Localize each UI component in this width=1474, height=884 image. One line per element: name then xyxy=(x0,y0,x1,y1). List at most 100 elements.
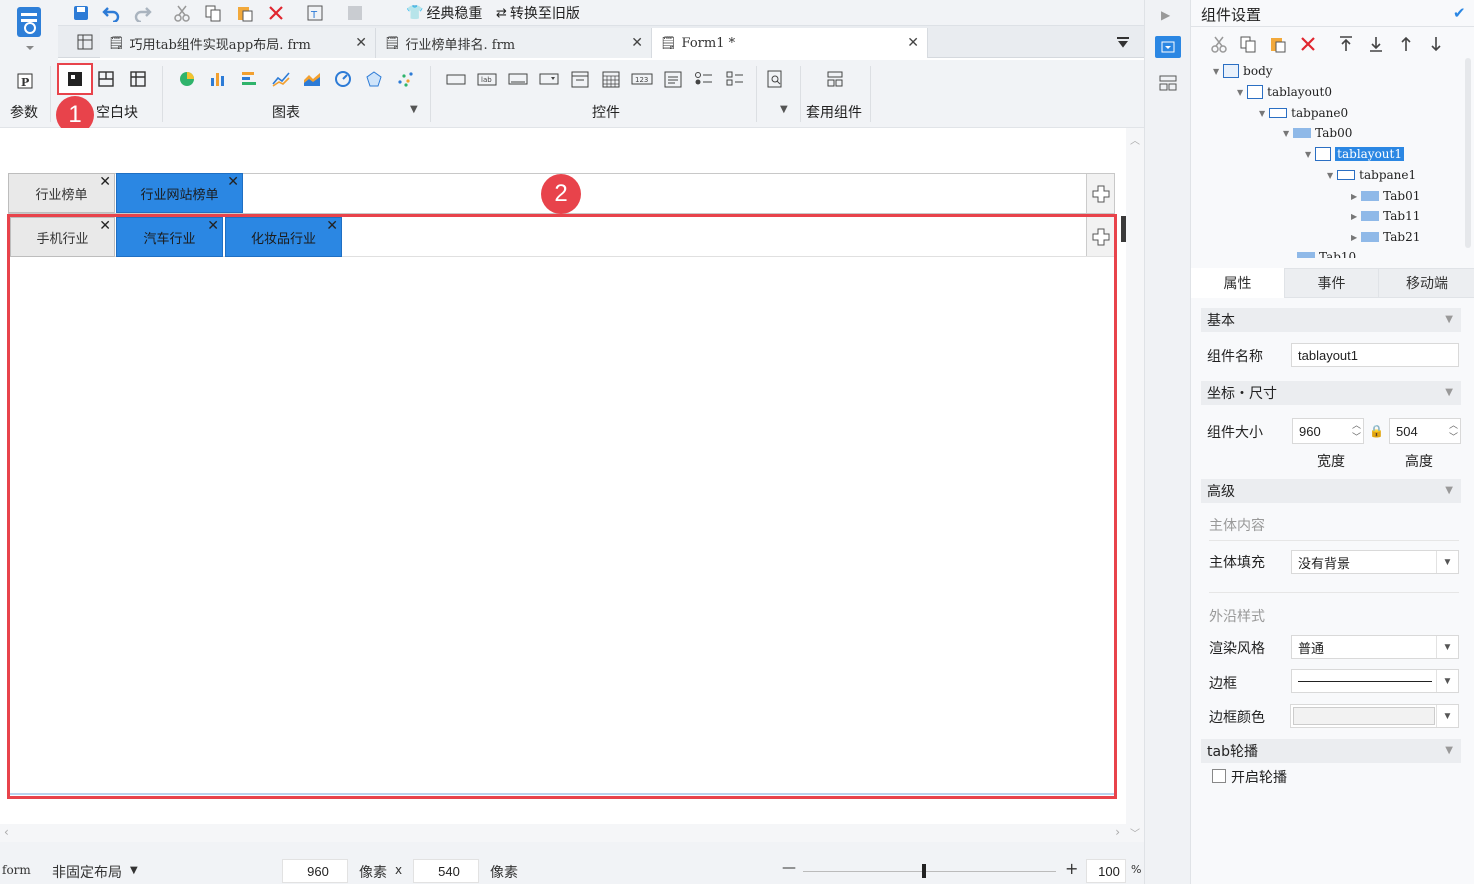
tree-node-tab10[interactable]: Tab10 xyxy=(1297,247,1356,258)
chevron-down-icon[interactable]: ﹀ xyxy=(1130,825,1140,840)
zoom-slider-thumb[interactable] xyxy=(922,864,926,878)
tab-menu-icon[interactable] xyxy=(1112,32,1134,52)
canvas-width-input[interactable]: 960 xyxy=(282,859,348,883)
textarea-control-icon[interactable] xyxy=(662,68,684,90)
inner-tab-2[interactable]: 化妆品行业 ✕ xyxy=(225,217,342,257)
search-control-icon[interactable] xyxy=(764,68,786,90)
bar-chart-icon[interactable] xyxy=(207,68,229,90)
pie-chart-icon[interactable] xyxy=(176,68,198,90)
tree-node-tab21[interactable]: ▶ Tab21 xyxy=(1351,227,1420,247)
chevron-right-icon[interactable]: › xyxy=(1115,825,1120,839)
doc-tab-1[interactable]: 🗒 行业榜单排名. frm ✕ xyxy=(376,28,652,58)
delete-icon[interactable] xyxy=(265,3,287,23)
chevron-up-icon[interactable]: ︿ xyxy=(1130,132,1140,147)
add-tab-icon[interactable] xyxy=(1086,174,1114,213)
lock-icon[interactable]: 🔒 xyxy=(1369,424,1384,438)
cut-icon[interactable] xyxy=(171,3,193,23)
chevron-down-icon[interactable]: ▼ xyxy=(780,104,788,115)
canvas-height-input[interactable]: 540 xyxy=(413,859,479,883)
spin-icon[interactable]: ︿ ﹀ xyxy=(1449,419,1458,443)
width-input[interactable]: 960 ︿ ﹀ xyxy=(1292,418,1364,444)
radio-group-control-icon[interactable] xyxy=(693,68,715,90)
tab-mobile[interactable]: 移动端 xyxy=(1379,268,1474,298)
section-advanced[interactable]: 高级 ▼ xyxy=(1201,479,1461,503)
calendar-control-icon[interactable] xyxy=(600,68,622,90)
radar-chart-icon[interactable] xyxy=(363,68,385,90)
doc-tab-0[interactable]: 🗒 巧用tab组件实现app布局. frm ✕ xyxy=(100,28,376,58)
combobox-control-icon[interactable] xyxy=(538,68,560,90)
zoom-input[interactable]: 100 xyxy=(1086,859,1126,883)
tree-node-tab00[interactable]: ▼ Tab00 xyxy=(1283,123,1352,143)
absolute-block-icon[interactable] xyxy=(64,68,86,90)
paste-icon[interactable] xyxy=(234,3,256,23)
section-carousel[interactable]: tab轮播 ▼ xyxy=(1201,739,1461,763)
template-component-icon[interactable] xyxy=(824,68,846,90)
hbar-chart-icon[interactable] xyxy=(238,68,260,90)
textbox-control-icon[interactable] xyxy=(445,68,467,90)
section-coord[interactable]: 坐标・尺寸 ▼ xyxy=(1201,381,1461,405)
tree-node-tabpane0[interactable]: ▼ tabpane0 xyxy=(1259,103,1348,123)
carousel-checkbox[interactable] xyxy=(1212,769,1226,783)
redo-icon[interactable] xyxy=(132,3,154,23)
layout-select[interactable]: 非固定布局 ▼ xyxy=(52,862,138,882)
undo-icon[interactable] xyxy=(100,3,122,23)
close-icon[interactable]: ✕ xyxy=(355,35,367,51)
zoom-in-button[interactable]: + xyxy=(1065,859,1078,878)
spin-icon[interactable]: ︿ ﹀ xyxy=(1352,419,1361,443)
scatter-chart-icon[interactable] xyxy=(394,68,416,90)
close-icon[interactable]: ✕ xyxy=(631,35,643,51)
date-control-icon[interactable] xyxy=(569,68,591,90)
tree-node-tablayout0[interactable]: ▼ tablayout0 xyxy=(1237,82,1332,102)
collapse-arrow-icon[interactable]: ▶ xyxy=(1161,8,1170,22)
line-chart-icon[interactable] xyxy=(270,68,292,90)
add-tab-icon[interactable] xyxy=(1086,217,1114,256)
horizontal-scrollbar[interactable]: ‹ › xyxy=(0,824,1126,842)
move-up-icon[interactable] xyxy=(1395,34,1417,54)
close-icon[interactable]: ✕ xyxy=(907,35,919,51)
height-input[interactable]: 504 ︿ ﹀ xyxy=(1389,418,1461,444)
zoom-out-button[interactable]: — xyxy=(782,860,796,876)
save-icon[interactable] xyxy=(70,3,92,23)
close-icon[interactable]: ✕ xyxy=(99,174,111,190)
outer-tab-0[interactable]: 行业榜单 ✕ xyxy=(8,173,115,213)
close-icon[interactable]: ✕ xyxy=(99,218,111,234)
split-block-icon[interactable] xyxy=(95,68,117,90)
move-down-icon[interactable] xyxy=(1425,34,1447,54)
paste-icon[interactable] xyxy=(1267,34,1289,54)
component-settings-tab-icon[interactable] xyxy=(1155,36,1181,58)
cut-icon[interactable] xyxy=(1208,34,1230,54)
tab-properties[interactable]: 属性 xyxy=(1191,268,1285,298)
move-top-icon[interactable] xyxy=(1335,34,1357,54)
inner-tablayout-highlight[interactable] xyxy=(7,214,1117,799)
zoom-slider-track[interactable] xyxy=(803,871,1056,872)
classic-style-button[interactable]: 👕 经典稳重 xyxy=(406,3,482,23)
close-icon[interactable]: ✕ xyxy=(207,218,219,234)
design-canvas[interactable]: 行业榜单 ✕ 行业网站榜单 ✕ 2 手机行业 ✕ 汽车行业 ✕ 化妆品行业 ✕ … xyxy=(0,128,1147,842)
tree-node-tab11[interactable]: ▶ Tab11 xyxy=(1351,206,1420,226)
border-color-select[interactable]: ▼ xyxy=(1290,704,1459,728)
label-control-icon[interactable]: lab xyxy=(476,68,498,90)
param-icon[interactable]: P xyxy=(14,70,36,92)
inner-tab-0[interactable]: 手机行业 ✕ xyxy=(10,217,115,257)
component-name-input[interactable]: tablayout1 xyxy=(1291,343,1459,367)
move-bottom-icon[interactable] xyxy=(1365,34,1387,54)
close-icon[interactable]: ✕ xyxy=(227,174,239,190)
area-chart-icon[interactable] xyxy=(301,68,323,90)
close-icon[interactable]: ✕ xyxy=(326,218,338,234)
tree-node-tab01[interactable]: ▶ Tab01 xyxy=(1351,186,1420,206)
chevron-down-icon[interactable]: ▼ xyxy=(410,104,418,115)
grid-block-icon[interactable] xyxy=(127,68,149,90)
checkmark-icon[interactable]: ✔ xyxy=(1453,4,1466,22)
delete-icon[interactable] xyxy=(1297,34,1319,54)
convert-old-button[interactable]: ⇄ 转换至旧版 xyxy=(496,3,580,23)
gauge-chart-icon[interactable] xyxy=(332,68,354,90)
tab-events[interactable]: 事件 xyxy=(1285,268,1379,298)
tree-node-tablayout1[interactable]: ▼ tablayout1 xyxy=(1305,144,1404,164)
number-control-icon[interactable]: 123 xyxy=(631,68,653,90)
tree-node-tabpane1[interactable]: ▼ tabpane1 xyxy=(1327,165,1416,185)
render-style-select[interactable]: 普通 ▼ xyxy=(1291,635,1459,659)
inner-tab-1[interactable]: 汽车行业 ✕ xyxy=(116,217,223,257)
checkbox-group-control-icon[interactable] xyxy=(724,68,746,90)
vertical-scrollbar[interactable]: ︿ ﹀ xyxy=(1126,128,1144,842)
layout-tab-icon[interactable] xyxy=(1157,72,1179,94)
